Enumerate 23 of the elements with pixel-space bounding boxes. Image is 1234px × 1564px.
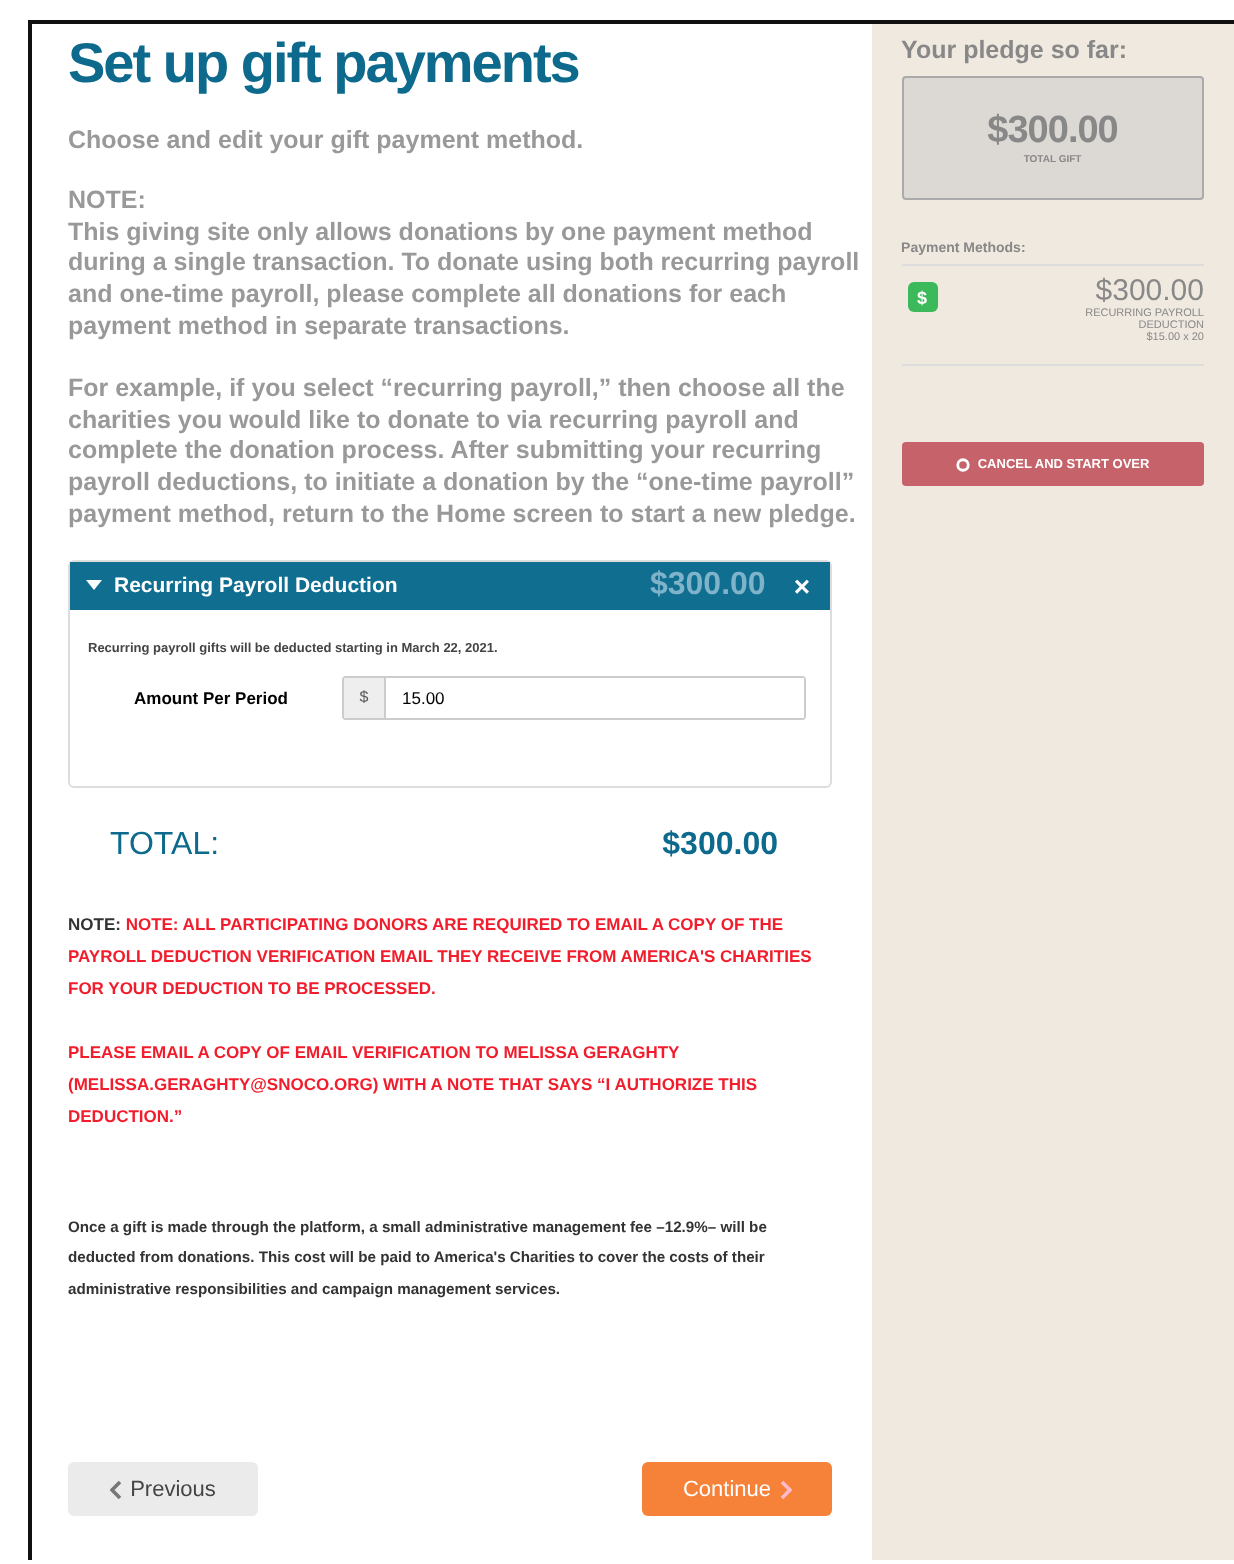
chevron-right-icon (779, 1479, 792, 1499)
sidebar-heading: Your pledge so far: (901, 36, 1130, 64)
field-label: Amount Per Period (134, 687, 290, 708)
total-label: TOTAL: (110, 827, 220, 864)
panel-title: Recurring Payroll Deduction (114, 573, 400, 598)
caret-icon[interactable] (86, 579, 102, 592)
amount-field[interactable]: $ 15.00 (342, 675, 806, 720)
note-paragraph: This giving site only allows donations by one payment method during a single transaction. To donate using both recurring payroll and one-time payroll, please complete all donations for each payment method in separate transactions. (68, 217, 862, 344)
dollar-icon: $ (907, 282, 938, 312)
panel-amount: $300.00 (649, 567, 766, 604)
cancel-icon (955, 457, 970, 471)
note-paragraph: For example, if you select “recurring payroll,” then choose all the charities you would like to donate to via recurring payroll and complete the donation process. After submitting your recurring payroll deductions, to initiate a donation by the “one-time payroll” payment method, return to the Home screen to start a new pledge. (68, 373, 858, 532)
close-button[interactable]: × (789, 571, 814, 600)
alert-text: NOTE: NOTE: ALL PARTICIPATING DONORS ARE REQUIRED TO EMAIL A COPY OF THE PAYROLL DEDUCTION VERIFICATION EMAIL THEY RECEIVE FROM AMERICA'S CHARITIES FOR YOUR DEDUCTION TO BE PROCESSED. (68, 911, 814, 1002)
previous-button[interactable]: Previous (68, 1462, 258, 1516)
alert-text: PLEASE EMAIL A COPY OF EMAIL VERIFICATION TO MELISSA GERAGHTY (MELISSA.GERAGHTY@SNOCO.ORG) WITH A NOTE THAT SAYS “I AUTHORIZE THIS DEDUCTION.” (68, 1039, 760, 1130)
intro-text: Choose and edit your gift payment method. (68, 126, 586, 158)
note-heading: NOTE: (68, 185, 148, 218)
chevron-left-icon (110, 1479, 123, 1499)
method-amount: $300.00 (1095, 274, 1204, 308)
page-title: Set up gift payments (68, 32, 581, 96)
total-gift-amount: $300.00 (987, 110, 1118, 154)
total-amount: $300.00 (662, 827, 778, 864)
